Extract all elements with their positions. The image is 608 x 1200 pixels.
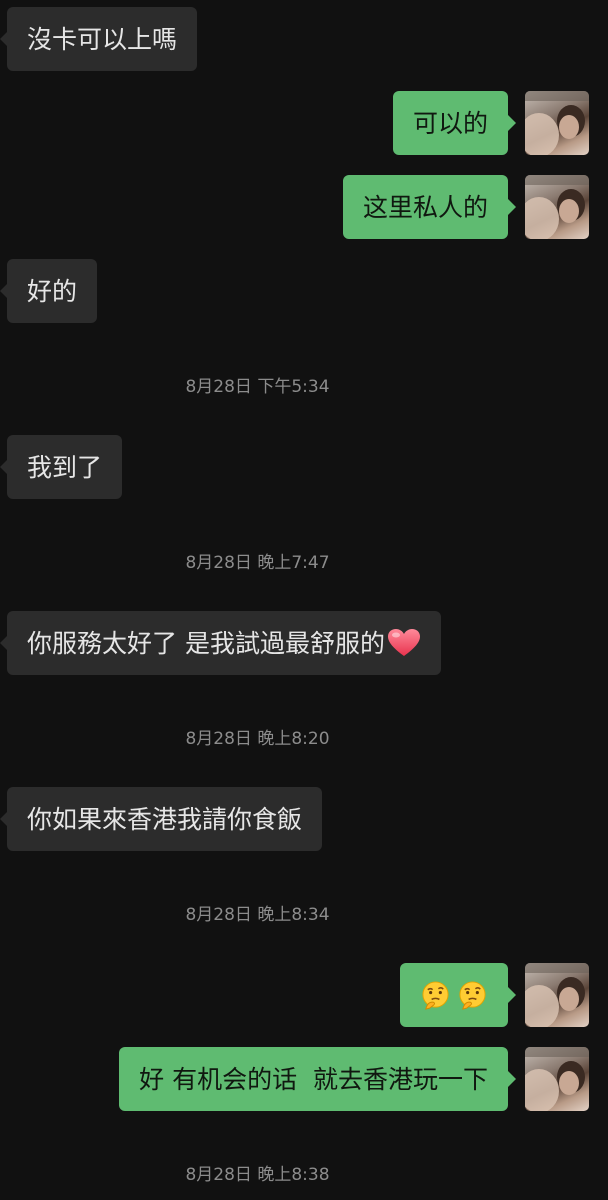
avatar-photo-icon — [525, 963, 589, 1027]
avatar-photo-icon — [525, 91, 589, 155]
avatar-photo-icon — [525, 175, 589, 239]
thinking-face-emoji-icon — [459, 980, 486, 1010]
outgoing-emoji-message-bubble[interactable] — [400, 963, 516, 1027]
thinking-face-emoji-icon — [422, 980, 449, 1010]
incoming-message-bubble[interactable]: 好的 — [0, 259, 98, 323]
avatar[interactable] — [525, 963, 589, 1027]
outgoing-message-bubble[interactable]: 好 有机会的话 就去香港玩一下 — [119, 1047, 516, 1111]
incoming-message-bubble[interactable]: 我到了 — [0, 435, 123, 499]
message-text: 好的 — [27, 276, 78, 306]
incoming-message-bubble[interactable]: 你如果來香港我請你食飯 — [0, 787, 323, 851]
message-timestamp: 8月28日 下午5:34 — [185, 377, 330, 397]
message-text: 沒卡可以上嗎 — [27, 24, 178, 54]
message-text: 你如果來香港我請你食飯 — [27, 804, 303, 834]
message-text: 我到了 — [27, 452, 103, 482]
heart-emoji-icon — [387, 629, 420, 656]
avatar[interactable] — [525, 91, 589, 155]
message-timestamp: 8月28日 晚上8:20 — [185, 729, 330, 749]
message-text: 好 有机会的话 就去香港玩一下 — [139, 1064, 488, 1094]
avatar[interactable] — [525, 1047, 589, 1111]
message-timestamp: 8月28日 晚上8:38 — [185, 1165, 330, 1185]
message-timestamp: 8月28日 晚上7:47 — [185, 553, 330, 573]
incoming-message-bubble[interactable]: 你服務太好了 是我試過最舒服的 — [0, 611, 441, 675]
message-text: 可以的 — [412, 108, 488, 138]
avatar-photo-icon — [525, 1047, 589, 1111]
message-timestamp: 8月28日 晚上8:34 — [185, 905, 330, 925]
outgoing-message-bubble[interactable]: 可以的 — [392, 91, 517, 155]
incoming-message-bubble[interactable]: 沒卡可以上嗎 — [0, 7, 198, 71]
outgoing-message-bubble[interactable]: 这里私人的 — [342, 175, 517, 239]
avatar[interactable] — [525, 175, 589, 239]
message-text: 你服務太好了 是我試過最舒服的 — [27, 628, 385, 658]
message-text: 这里私人的 — [362, 192, 488, 222]
